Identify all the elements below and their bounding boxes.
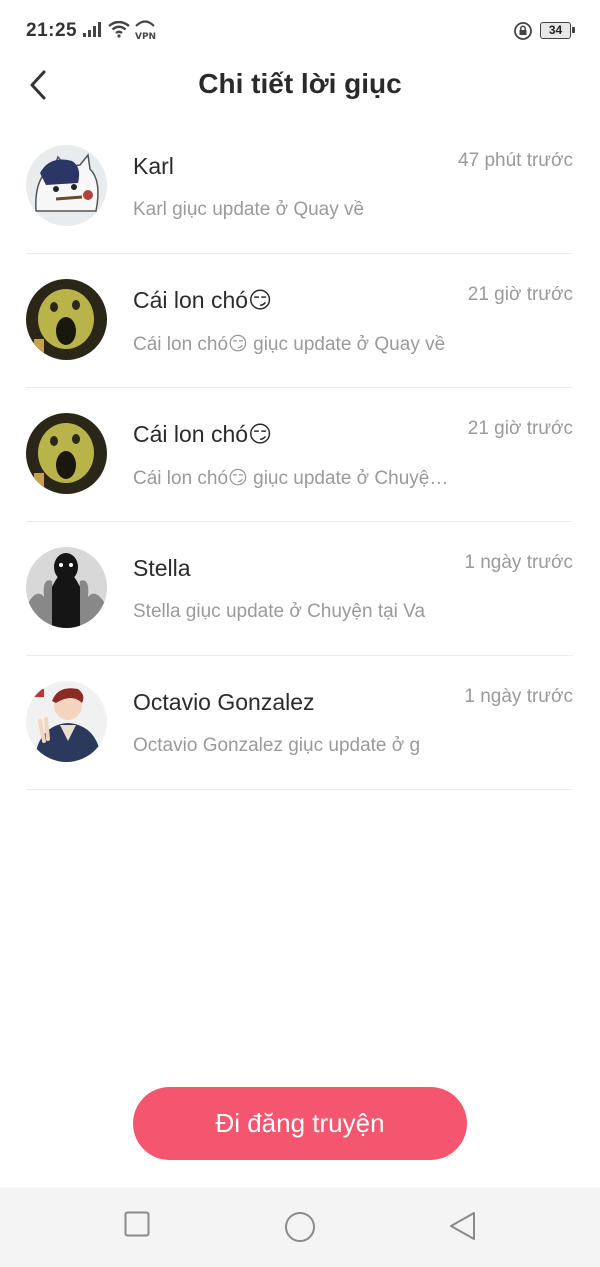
list-item[interactable]: Octavio Gonzalez 1 ngày trước Octavio Go… <box>26 656 573 790</box>
avatar[interactable] <box>26 547 107 628</box>
vpn-icon: VPN <box>134 19 156 46</box>
list-item[interactable]: Cái lon chó😏 21 giờ trước Cái lon chó😏 g… <box>26 388 573 522</box>
item-message: Cái lon chó😏 giục update ở Quay về <box>133 334 446 355</box>
avatar[interactable] <box>26 681 107 762</box>
header: Chi tiết lời giục <box>0 62 600 108</box>
item-time: 1 ngày trước <box>464 686 573 707</box>
circle-icon <box>285 1212 315 1242</box>
recent-apps-button[interactable] <box>124 1211 150 1242</box>
system-back-button[interactable] <box>448 1211 478 1246</box>
item-message: Stella giục update ở Chuyện tại Va <box>133 601 426 622</box>
item-name: Karl <box>133 153 174 179</box>
avatar[interactable] <box>26 279 107 360</box>
svg-text:VPN: VPN <box>135 32 156 41</box>
avatar[interactable] <box>26 413 107 494</box>
avatar[interactable] <box>26 145 107 226</box>
item-message: Octavio Gonzalez giục update ở g <box>133 735 421 756</box>
item-name: Stella <box>133 555 191 581</box>
status-time: 21:25 <box>26 20 78 41</box>
item-message: Karl giục update ở Quay về <box>133 199 365 220</box>
status-bar: 21:25 VPN 34 <box>0 0 600 62</box>
wifi-icon <box>108 20 130 43</box>
item-time: 21 giờ trước <box>467 284 573 305</box>
item-time: 1 ngày trước <box>464 552 573 573</box>
battery-icon: 34 <box>540 22 575 39</box>
battery-level: 34 <box>548 23 563 37</box>
item-name: Octavio Gonzalez <box>133 689 315 715</box>
signal-icon <box>83 22 103 43</box>
post-story-button[interactable]: Đi đăng truyện <box>133 1087 467 1160</box>
rotation-lock-icon <box>513 21 533 46</box>
navigation-bar <box>0 1187 600 1267</box>
list-item[interactable]: Cái lon chó😏 21 giờ trước Cái lon chó😏 g… <box>26 254 573 388</box>
list-item[interactable]: Stella 1 ngày trước Stella giục update ở… <box>26 522 573 656</box>
item-time: 47 phút trước <box>458 150 573 171</box>
item-time: 21 giờ trước <box>467 418 573 439</box>
home-button[interactable] <box>284 1211 316 1248</box>
triangle-back-icon <box>450 1212 475 1240</box>
item-name: Cái lon chó😏 <box>133 421 273 447</box>
list-item[interactable]: Karl 47 phút trước Karl giục update ở Qu… <box>26 120 573 254</box>
reminder-list: Karl 47 phút trước Karl giục update ở Qu… <box>26 120 573 790</box>
square-icon <box>124 1211 150 1237</box>
page-title: Chi tiết lời giục <box>198 68 402 99</box>
item-name: Cái lon chó😏 <box>133 287 273 313</box>
item-message: Cái lon chó😏 giục update ở Chuyện tại Va <box>133 468 449 489</box>
